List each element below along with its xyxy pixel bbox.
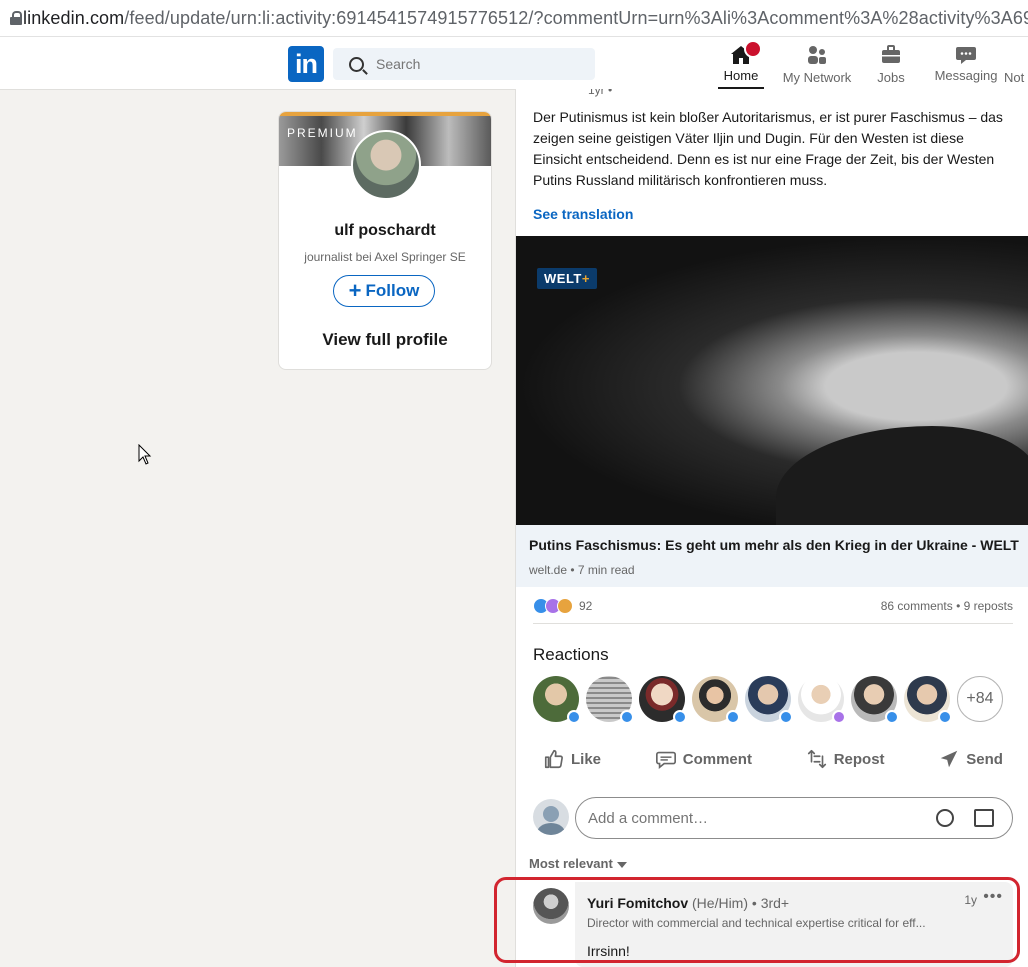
article-link-card[interactable]: Putins Faschismus: Es geht um mehr als d… [516, 525, 1028, 587]
send-icon [941, 750, 958, 768]
image-upload-icon[interactable] [974, 809, 994, 827]
see-translation-link[interactable]: See translation [533, 206, 633, 222]
article-source: welt.de • 7 min read [529, 563, 635, 577]
insightful-reaction-icon [557, 598, 573, 614]
linkedin-logo[interactable]: in [288, 46, 324, 82]
reactions-heading: Reactions [533, 645, 609, 664]
add-comment-row [533, 797, 1013, 839]
post-text: Der Putinismus ist kein bloßer Autoritar… [533, 109, 1003, 188]
search-input[interactable] [374, 55, 578, 73]
profile-name[interactable]: ulf poschardt [279, 222, 491, 240]
like-icon [620, 710, 634, 724]
social-counts: 92 86 comments • 9 reposts [533, 597, 1013, 617]
reactor-avatar[interactable] [586, 676, 634, 724]
support-icon [832, 710, 846, 724]
reactor-avatar[interactable] [745, 676, 793, 724]
reactor-avatars: +84 [533, 676, 1003, 724]
image-figure-shape [776, 426, 1028, 525]
nav-home-label: Home [723, 68, 759, 83]
comment-button[interactable]: Comment [645, 743, 762, 775]
send-label: Send [966, 750, 1003, 768]
feed-post: 1yr • Der Putinismus ist kein bloßer Aut… [515, 89, 1028, 967]
top-nav: in Home My Network Jobs Messaging Not [0, 37, 1028, 90]
like-icon [673, 710, 687, 724]
mouse-cursor-icon [138, 444, 152, 465]
reactor-avatar[interactable] [533, 676, 581, 724]
like-button[interactable]: Like [533, 743, 611, 775]
divider [533, 623, 1013, 624]
nav-notifications[interactable]: Not [1004, 37, 1028, 89]
reactor-avatar[interactable] [851, 676, 899, 724]
profile-avatar[interactable] [351, 130, 421, 200]
comment-box[interactable] [575, 797, 1013, 839]
reaction-count[interactable]: 92 [579, 599, 592, 613]
view-full-profile-link[interactable]: View full profile [279, 330, 491, 350]
plus-icon: + [348, 278, 362, 303]
premium-label: PREMIUM [287, 126, 358, 140]
post-timestamp: 1yr • [588, 89, 613, 97]
emoji-icon[interactable] [936, 809, 954, 827]
chat-icon [956, 47, 976, 64]
thumbs-up-icon [544, 749, 563, 769]
sort-label: Most relevant [529, 856, 613, 871]
search-icon [349, 56, 364, 72]
article-image[interactable]: WELT+ [516, 236, 1028, 525]
people-icon [808, 46, 826, 64]
comments-reposts-count[interactable]: 86 comments • 9 reposts [881, 599, 1013, 613]
post-actions: Like Comment Repost Send [533, 743, 1013, 775]
nav-my-network[interactable]: My Network [782, 37, 852, 89]
like-icon [779, 710, 793, 724]
reactor-avatar[interactable] [639, 676, 687, 724]
url-text[interactable]: linkedin.com/feed/update/urn:li:activity… [23, 8, 1028, 29]
nav-jobs-label: Jobs [877, 70, 905, 85]
repost-label: Repost [833, 750, 885, 768]
nav-my-network-label: My Network [782, 70, 852, 85]
browser-address-bar[interactable]: linkedin.com/feed/update/urn:li:activity… [0, 0, 1028, 37]
nav-messaging-label: Messaging [934, 68, 998, 83]
comment-label: Comment [682, 750, 752, 768]
caret-down-icon [616, 861, 627, 868]
nav-jobs[interactable]: Jobs [872, 37, 910, 89]
current-user-avatar[interactable] [533, 799, 569, 835]
follow-button[interactable]: + Follow [333, 275, 435, 307]
reaction-icons[interactable]: 92 [533, 598, 592, 614]
follow-label: Follow [365, 281, 420, 300]
like-label: Like [571, 750, 602, 768]
like-icon [885, 710, 899, 724]
like-icon [567, 710, 581, 724]
profile-headline: journalist bei Axel Springer SE [304, 250, 466, 264]
search-bar[interactable] [333, 48, 595, 80]
send-button[interactable]: Send [928, 743, 1013, 775]
repost-button[interactable]: Repost [796, 743, 895, 775]
welt-plus-logo: WELT+ [537, 268, 597, 289]
like-icon [726, 710, 740, 724]
comment-icon [655, 751, 676, 769]
notification-badge [744, 40, 762, 58]
more-reactors-button[interactable]: +84 [957, 676, 1003, 722]
article-title[interactable]: Putins Faschismus: Es geht um mehr als d… [529, 537, 1019, 553]
nav-messaging[interactable]: Messaging [934, 37, 998, 89]
nav-notifications-label: Not [1004, 70, 1025, 85]
comment-sort-dropdown[interactable]: Most relevant [529, 856, 627, 871]
reactor-avatar[interactable] [798, 676, 846, 724]
nav-home[interactable]: Home [718, 37, 764, 89]
comment-input[interactable] [586, 808, 920, 828]
author-profile-card: PREMIUM ulf poschardt journalist bei Axe… [278, 111, 492, 370]
repost-icon [807, 749, 826, 769]
comment-highlight-box [494, 877, 1020, 963]
reactor-avatar[interactable] [692, 676, 740, 724]
reactor-avatar[interactable] [904, 676, 952, 724]
briefcase-icon [882, 45, 900, 63]
like-icon [938, 710, 952, 724]
